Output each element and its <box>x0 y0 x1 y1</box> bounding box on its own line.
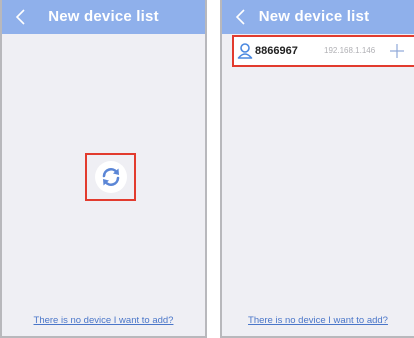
user-icon <box>237 42 253 65</box>
navbar: New device list <box>222 0 414 34</box>
device-ip: 192.168.1.146 <box>324 46 376 55</box>
refresh-highlight-box <box>85 153 136 201</box>
device-list-item[interactable]: 8866967 192.168.1.146 <box>232 35 414 67</box>
page-title: New device list <box>48 8 159 25</box>
page-title: New device list <box>258 8 370 25</box>
plus-icon[interactable] <box>389 43 405 64</box>
no-device-link[interactable]: There is no device I want to add? <box>2 315 205 326</box>
navbar: New device list <box>2 0 205 34</box>
screen-device-found: New device list 8866967 192.168.1.146 Th… <box>220 0 414 338</box>
screen-empty-list: New device list There is no device I wan… <box>0 0 207 338</box>
refresh-button[interactable] <box>95 161 127 193</box>
device-id: 8866967 <box>255 45 298 57</box>
no-device-link[interactable]: There is no device I want to add? <box>222 315 414 326</box>
